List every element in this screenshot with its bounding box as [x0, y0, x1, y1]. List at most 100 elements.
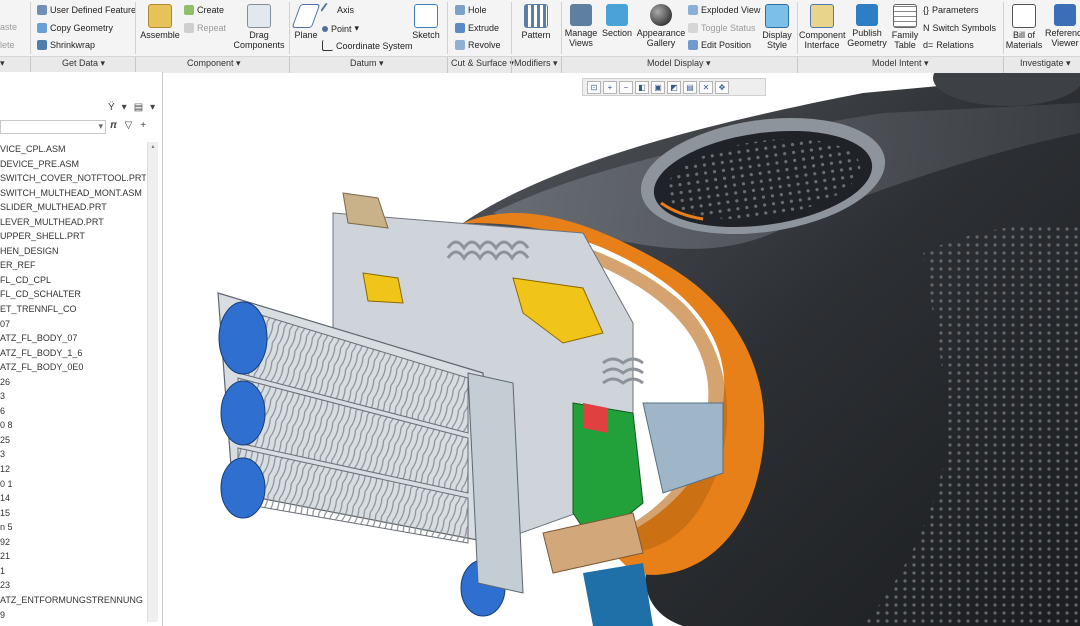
tree-item[interactable]: LEVER_MULTHEAD.PRT — [0, 215, 146, 230]
revolve-button[interactable]: Revolve — [455, 40, 501, 50]
pattern-button[interactable]: Pattern — [516, 4, 556, 40]
tree-item[interactable]: VICE_CPL.ASM — [0, 142, 146, 157]
axis-button[interactable]: Axis — [320, 2, 354, 18]
datum-display-icon[interactable]: ✕ — [699, 80, 713, 94]
publish-geometry-button[interactable]: Publish Geometry — [847, 4, 887, 48]
add-icon[interactable]: + — [140, 120, 146, 131]
delete-button[interactable]: lete — [0, 40, 15, 50]
display-style-button[interactable]: Display Style — [760, 4, 794, 50]
paste-button[interactable]: aste — [0, 22, 17, 32]
group-investigate[interactable]: Investigate ▾ — [1020, 58, 1071, 69]
copy-geometry-button[interactable]: Copy Geometry — [37, 23, 113, 33]
coordinate-system-button[interactable]: Coordinate System — [322, 40, 413, 51]
manage-views-button[interactable]: Manage Views — [563, 4, 599, 48]
reference-viewer-button[interactable]: Reference Viewer — [1045, 4, 1080, 48]
appearance-gallery-button[interactable]: Appearance Gallery — [636, 4, 686, 48]
shrinkwrap-button[interactable]: Shrinkwrap — [37, 40, 95, 50]
tree-item[interactable]: SWITCH_COVER_NOTFTOOL.PRT — [0, 171, 146, 186]
exploded-view-icon — [688, 5, 698, 15]
group-modifiers[interactable]: Modifiers ▾ — [514, 58, 558, 69]
settings-icon[interactable]: ▤ — [134, 102, 143, 113]
zoom-in-icon[interactable]: + — [603, 80, 617, 94]
binoculars-icon[interactable]: 𝝅 — [110, 120, 117, 131]
tree-item[interactable]: DEVICE_PRE.ASM — [0, 157, 146, 172]
hole-button[interactable]: Hole — [455, 5, 487, 15]
tree-item[interactable]: 0 8 — [0, 418, 146, 433]
drag-components-button[interactable]: Drag Components — [233, 4, 285, 50]
tree-scrollbar[interactable]: ▴ — [147, 142, 158, 622]
tree-item[interactable]: 25 — [0, 433, 146, 448]
tree-item[interactable]: 12 — [0, 462, 146, 477]
point-button[interactable]: Point ▾ — [322, 23, 359, 34]
tree-item[interactable]: 21 — [0, 549, 146, 564]
user-defined-feature-button[interactable]: User Defined Feature — [37, 5, 136, 15]
dropdown-icon[interactable]: ▾ — [122, 102, 127, 113]
section-button[interactable]: Section — [600, 4, 634, 38]
bill-of-materials-button[interactable]: Bill of Materials — [1005, 4, 1043, 50]
component-interface-button[interactable]: Component Interface — [799, 4, 846, 50]
tree-item[interactable]: 6 — [0, 404, 146, 419]
tree-item[interactable]: UPPER_SHELL.PRT — [0, 229, 146, 244]
tree-item[interactable]: 1 — [0, 564, 146, 579]
group-model-display[interactable]: Model Display ▾ — [647, 58, 711, 69]
assemble-button[interactable]: Assemble — [140, 4, 180, 40]
tree-item[interactable]: 9 — [0, 608, 146, 623]
filter-icon[interactable]: ▽ — [125, 120, 133, 131]
exploded-view-button[interactable]: Exploded View — [688, 5, 760, 15]
extrude-icon — [455, 23, 465, 33]
display-style-icon[interactable]: ◩ — [667, 80, 681, 94]
tree-item[interactable]: ET_TRENNFL_CO — [0, 302, 146, 317]
saved-views-icon[interactable]: ▣ — [651, 80, 665, 94]
left-stub-arrow[interactable]: ▾ — [0, 58, 5, 69]
group-datum[interactable]: Datum ▾ — [350, 58, 384, 69]
tree-item[interactable]: HEN_DESIGN — [0, 244, 146, 259]
tree-search-input[interactable]: ▾ — [0, 120, 106, 134]
tree-item[interactable]: 23 — [0, 578, 146, 593]
tree-item[interactable]: 3 — [0, 389, 146, 404]
tree-item[interactable]: 15 — [0, 506, 146, 521]
family-table-button[interactable]: Family Table — [889, 4, 921, 50]
tree-item[interactable]: SLIDER_MULTHEAD.PRT — [0, 200, 146, 215]
chevron-down-icon[interactable]: ▾ — [150, 102, 155, 113]
chevron-down-icon[interactable]: ▾ — [98, 121, 103, 132]
graphics-viewport[interactable] — [163, 73, 1080, 626]
exploded-view-label: Exploded View — [701, 5, 761, 15]
shaver-model-3d[interactable] — [163, 73, 1080, 626]
view-manager-icon[interactable]: ▤ — [683, 80, 697, 94]
plane-button[interactable]: Plane — [291, 4, 321, 40]
group-component[interactable]: Component ▾ — [187, 58, 241, 69]
parameters-button[interactable]: {} Parameters — [923, 5, 979, 15]
scroll-up-icon[interactable]: ▴ — [149, 144, 157, 150]
sketch-button[interactable]: Sketch — [409, 4, 443, 40]
tree-item[interactable]: 14 — [0, 491, 146, 506]
refit-icon[interactable]: ⊡ — [587, 80, 601, 94]
tree-item[interactable]: ATZ_FL_BODY_07 — [0, 331, 146, 346]
group-cut-surface[interactable]: Cut & Surface ▾ — [451, 58, 514, 69]
create-button[interactable]: Create — [184, 5, 224, 15]
repaint-icon[interactable]: ◧ — [635, 80, 649, 94]
group-get-data[interactable]: Get Data ▾ — [62, 58, 105, 69]
tree-item[interactable]: 07 — [0, 317, 146, 332]
tree-item[interactable]: ATZ_FL_BODY_0E0 — [0, 360, 146, 375]
tree-item[interactable]: 0 1 — [0, 477, 146, 492]
spin-center-icon[interactable]: ✥ — [715, 80, 729, 94]
toggle-status-button[interactable]: Toggle Status — [688, 23, 756, 33]
tree-item[interactable]: n 5 — [0, 520, 146, 535]
switch-symbols-button[interactable]: N Switch Symbols — [923, 23, 996, 33]
tree-item[interactable]: 3 — [0, 447, 146, 462]
tree-tools-icon[interactable]: Ÿ — [108, 102, 115, 113]
repeat-button[interactable]: Repeat — [184, 23, 226, 33]
tree-item[interactable]: ATZ_FL_BODY_1_6 — [0, 346, 146, 361]
tree-item[interactable]: 92 — [0, 535, 146, 550]
group-model-intent[interactable]: Model Intent ▾ — [872, 58, 929, 69]
tree-item[interactable]: ER_REF — [0, 258, 146, 273]
zoom-out-icon[interactable]: − — [619, 80, 633, 94]
tree-item[interactable]: ATZ_ENTFORMUNGSTRENNUNG — [0, 593, 146, 608]
tree-item[interactable]: FL_CD_SCHALTER — [0, 287, 146, 302]
tree-item[interactable]: 26 — [0, 375, 146, 390]
edit-position-button[interactable]: Edit Position — [688, 40, 751, 50]
tree-item[interactable]: SWITCH_MULTHEAD_MONT.ASM — [0, 186, 146, 201]
extrude-button[interactable]: Extrude — [455, 23, 499, 33]
tree-item[interactable]: FL_CD_CPL — [0, 273, 146, 288]
relations-button[interactable]: d= Relations — [923, 40, 974, 50]
